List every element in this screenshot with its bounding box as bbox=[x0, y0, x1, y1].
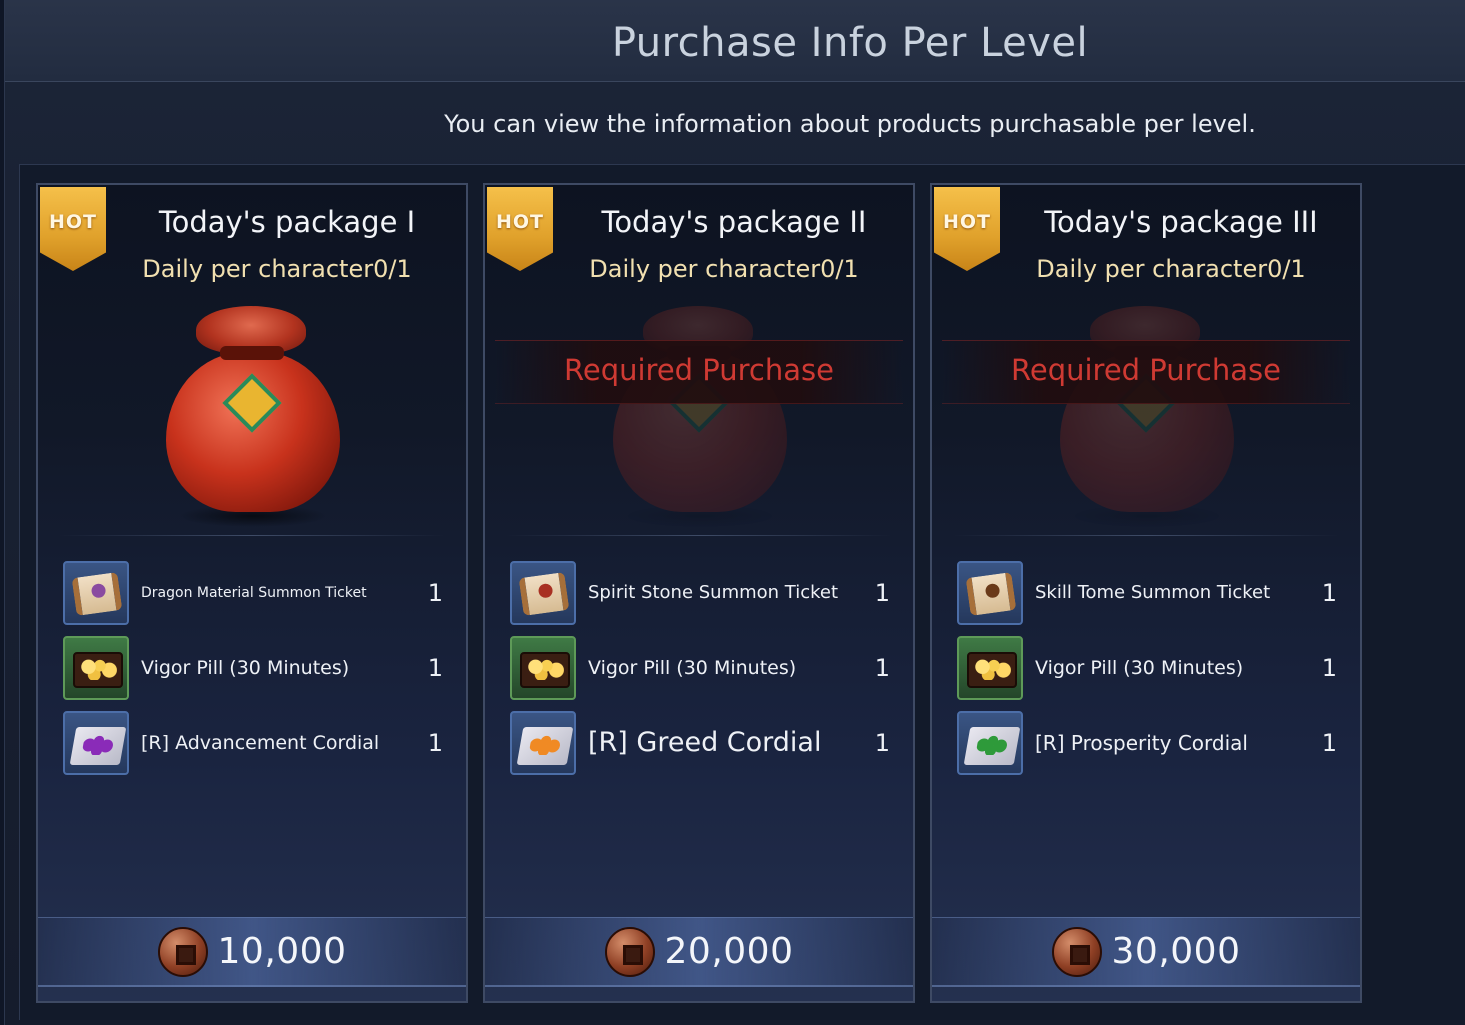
reward-item[interactable]: Spirit Stone Summon Ticket 1 bbox=[510, 561, 890, 627]
item-quantity: 1 bbox=[427, 579, 443, 607]
reward-item[interactable]: Skill Tome Summon Ticket 1 bbox=[957, 561, 1337, 627]
price-label: 30,000 bbox=[1111, 931, 1241, 972]
gold-pill-chest-icon bbox=[957, 636, 1023, 700]
item-quantity: 1 bbox=[1321, 729, 1337, 757]
item-name: [R] Greed Cordial bbox=[588, 727, 822, 758]
reward-item[interactable]: Vigor Pill (30 Minutes) 1 bbox=[510, 636, 890, 702]
divider bbox=[505, 535, 893, 536]
package-title: Today's package I bbox=[158, 205, 416, 239]
title-bar: Purchase Info Per Level bbox=[5, 0, 1465, 82]
reward-item[interactable]: Dragon Material Summon Ticket 1 bbox=[63, 561, 443, 627]
package-title: Today's package III bbox=[1044, 205, 1318, 239]
hot-badge: HOT bbox=[40, 187, 106, 271]
orange-cordial-icon bbox=[510, 711, 576, 775]
item-name: Spirit Stone Summon Ticket bbox=[588, 582, 839, 603]
divider bbox=[952, 535, 1340, 536]
buy-button[interactable]: 10,000 bbox=[38, 917, 466, 987]
package-card-3[interactable]: HOT Today's package III Daily per charac… bbox=[930, 183, 1362, 1003]
gold-pill-chest-icon bbox=[63, 636, 129, 700]
item-quantity: 1 bbox=[874, 579, 890, 607]
item-quantity: 1 bbox=[427, 654, 443, 682]
item-quantity: 1 bbox=[1321, 579, 1337, 607]
hot-badge: HOT bbox=[934, 187, 1000, 271]
purchase-limit: Daily per character0/1 bbox=[589, 255, 859, 283]
item-name: Vigor Pill (30 Minutes) bbox=[141, 657, 350, 679]
item-name: Skill Tome Summon Ticket bbox=[1035, 582, 1271, 603]
item-quantity: 1 bbox=[1321, 654, 1337, 682]
item-name: Vigor Pill (30 Minutes) bbox=[1035, 657, 1244, 679]
purchase-limit: Daily per character0/1 bbox=[1036, 255, 1306, 283]
coin-icon bbox=[1051, 926, 1102, 977]
red-seal-scroll-icon bbox=[510, 561, 576, 625]
package-bag-icon bbox=[605, 300, 795, 527]
reward-item[interactable]: [R] Greed Cordial 1 bbox=[510, 711, 890, 777]
package-title: Today's package II bbox=[601, 205, 867, 239]
page-title: Purchase Info Per Level bbox=[611, 20, 1089, 66]
buy-button[interactable]: 30,000 bbox=[932, 917, 1360, 987]
coin-icon bbox=[604, 926, 655, 977]
gold-pill-chest-icon bbox=[510, 636, 576, 700]
price-label: 10,000 bbox=[217, 931, 347, 972]
price-label: 20,000 bbox=[664, 931, 794, 972]
item-name: Dragon Material Summon Ticket bbox=[141, 585, 367, 601]
reward-item[interactable]: Vigor Pill (30 Minutes) 1 bbox=[957, 636, 1337, 702]
buy-button[interactable]: 20,000 bbox=[485, 917, 913, 987]
hot-badge: HOT bbox=[487, 187, 553, 271]
item-name: [R] Advancement Cordial bbox=[141, 732, 380, 754]
item-quantity: 1 bbox=[874, 654, 890, 682]
purple-seal-scroll-icon bbox=[63, 561, 129, 625]
reward-item[interactable]: [R] Advancement Cordial 1 bbox=[63, 711, 443, 777]
reward-item[interactable]: Vigor Pill (30 Minutes) 1 bbox=[63, 636, 443, 702]
brown-seal-scroll-icon bbox=[957, 561, 1023, 625]
page-subtitle: You can view the information about produ… bbox=[444, 110, 1256, 138]
item-quantity: 1 bbox=[427, 729, 443, 757]
package-bag-icon bbox=[158, 300, 348, 527]
coin-icon bbox=[157, 926, 208, 977]
divider bbox=[58, 535, 446, 536]
purple-cordial-icon bbox=[63, 711, 129, 775]
item-name: Vigor Pill (30 Minutes) bbox=[588, 657, 797, 679]
green-cordial-icon bbox=[957, 711, 1023, 775]
required-purchase-label: Required Purchase bbox=[564, 353, 834, 387]
purchase-limit: Daily per character0/1 bbox=[142, 255, 412, 283]
required-purchase-label: Required Purchase bbox=[1011, 353, 1281, 387]
item-name: [R] Prosperity Cordial bbox=[1035, 731, 1248, 755]
package-card-2[interactable]: HOT Today's package II Daily per charact… bbox=[483, 183, 915, 1003]
reward-item[interactable]: [R] Prosperity Cordial 1 bbox=[957, 711, 1337, 777]
package-bag-icon bbox=[1052, 300, 1242, 527]
item-quantity: 1 bbox=[874, 729, 890, 757]
package-card-1[interactable]: HOT Today's package I Daily per characte… bbox=[36, 183, 468, 1003]
